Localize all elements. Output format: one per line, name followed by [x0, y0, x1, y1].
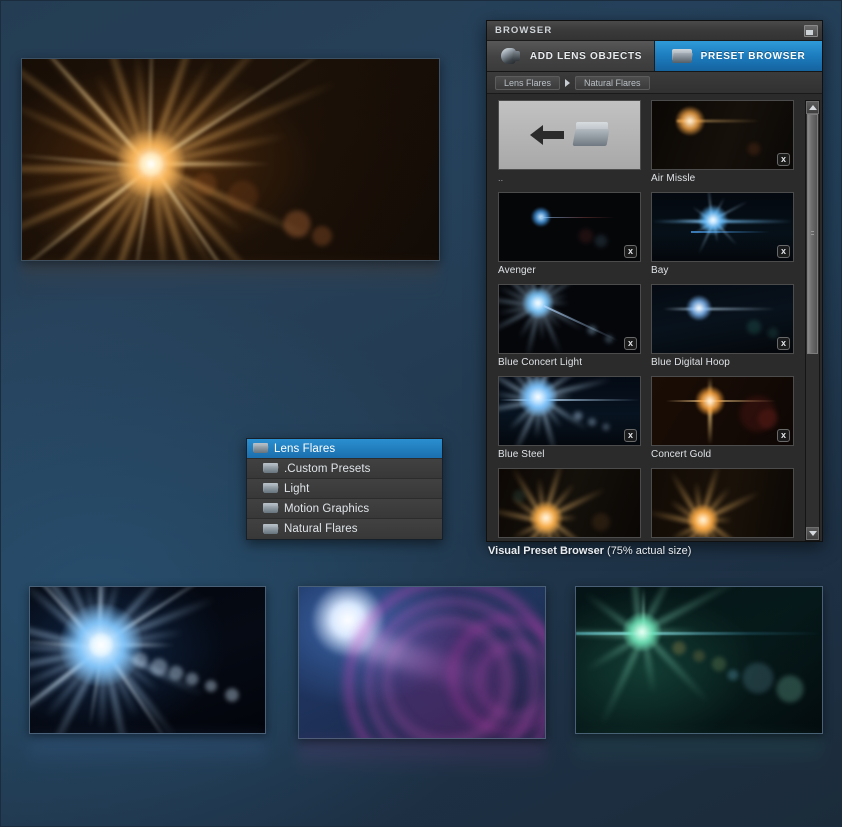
remove-preset-button[interactable]: x	[624, 429, 637, 442]
preset-grid: .. x Air Missle x Avenger x Bay x Blue Concert L…	[487, 100, 805, 541]
folder-icon	[671, 48, 692, 64]
remove-preset-button[interactable]: x	[777, 429, 790, 442]
preset-label: ..	[498, 173, 504, 183]
preset-cell[interactable]: ..	[493, 100, 646, 192]
browser-titlebar: BROWSER	[487, 21, 822, 41]
menu-item-label: Motion Graphics	[284, 502, 370, 515]
preset-label: Blue Concert Light	[498, 357, 583, 368]
scrollbar-track[interactable]	[806, 114, 819, 527]
breadcrumb: Lens Flares Natural Flares	[487, 72, 822, 94]
green-flare-shot	[575, 586, 823, 734]
caption-bold: Visual Preset Browser	[488, 545, 604, 557]
menu-item-light[interactable]: Light	[247, 479, 442, 499]
window-dock-icon[interactable]	[804, 24, 818, 37]
menu-item-label: Light	[284, 482, 310, 495]
preset-label: Concert Gold	[651, 449, 712, 460]
folder-icon	[263, 463, 279, 474]
caption-note: (75% actual size)	[603, 545, 692, 557]
preset-cell[interactable]: x Blue Concert Light	[493, 284, 646, 376]
hero-preview-wrapper	[21, 58, 440, 261]
menu-item-motion-graphics[interactable]: Motion Graphics	[247, 499, 442, 519]
preset-thumbnail[interactable]: x	[651, 192, 794, 262]
preset-thumbnail[interactable]	[498, 468, 641, 538]
menu-item-label: Lens Flares	[274, 442, 336, 455]
remove-preset-button[interactable]: x	[777, 337, 790, 350]
menu-item-label: Natural Flares	[284, 523, 358, 535]
folder-icon	[263, 523, 279, 535]
blue-starburst-shot	[29, 586, 266, 734]
remove-preset-button[interactable]: x	[624, 337, 637, 350]
preset-thumbnail[interactable]: x	[498, 376, 641, 446]
blue-shot-reflection	[29, 735, 266, 769]
arrow-left-icon	[529, 125, 564, 145]
preset-cell[interactable]: x Bay	[646, 192, 799, 284]
preset-scrollbar[interactable]	[805, 100, 820, 541]
folder-icon	[263, 483, 279, 494]
hero-reflection	[21, 262, 440, 298]
preset-cell[interactable]: x Avenger	[493, 192, 646, 284]
breadcrumb-root[interactable]: Lens Flares	[495, 75, 561, 90]
browser-panel: BROWSER ADD LENS OBJECTS PRESET BROWSER …	[486, 20, 823, 542]
arrow-down-icon[interactable]	[806, 527, 819, 540]
preset-thumbnail[interactable]: x	[651, 100, 794, 170]
remove-preset-button[interactable]: x	[624, 245, 637, 258]
folder-icon	[263, 503, 279, 514]
preset-label: Blue Digital Hoop	[651, 357, 730, 368]
magenta-ring-shot	[298, 586, 546, 739]
preset-label: Avenger	[498, 265, 536, 276]
preset-label: Bay	[651, 265, 669, 276]
hero-preview-image	[21, 58, 440, 261]
preset-cell[interactable]	[493, 468, 646, 541]
folder-icon	[574, 122, 610, 148]
arrow-up-icon[interactable]	[806, 101, 819, 114]
preset-thumbnail[interactable]: x	[651, 376, 794, 446]
tab-preset-browser[interactable]: PRESET BROWSER	[655, 41, 822, 71]
green-shot-reflection	[575, 735, 823, 769]
magenta-shot-reflection	[298, 740, 546, 774]
breadcrumb-current[interactable]: Natural Flares	[575, 75, 650, 90]
golden-flare-graphic	[22, 59, 439, 260]
tab-label: PRESET BROWSER	[700, 50, 806, 62]
lens-icon	[499, 48, 521, 64]
preset-thumbnail[interactable]: x	[498, 284, 641, 354]
preset-cell[interactable]: x Blue Steel	[493, 376, 646, 468]
preset-cell[interactable]: x Air Missle	[646, 100, 799, 192]
preset-thumbnail[interactable]	[651, 468, 794, 538]
menu-item-natural-flares[interactable]: Natural Flares	[247, 519, 442, 539]
preset-label: Air Missle	[651, 173, 696, 184]
remove-preset-button[interactable]: x	[777, 245, 790, 258]
preset-thumbnail[interactable]: x	[498, 192, 641, 262]
tab-add-lens-objects[interactable]: ADD LENS OBJECTS	[487, 41, 655, 71]
browser-caption: Visual Preset Browser (75% actual size)	[488, 545, 691, 557]
browser-title: BROWSER	[495, 25, 553, 36]
preset-cell[interactable]: x Blue Digital Hoop	[646, 284, 799, 376]
scrollbar-thumb[interactable]	[807, 114, 818, 354]
menu-item-label: .Custom Presets	[284, 462, 371, 475]
preset-grid-area: .. x Air Missle x Avenger x Bay x Blue Concert L…	[487, 94, 822, 541]
chevron-right-icon	[565, 78, 571, 87]
preset-cell[interactable]	[646, 468, 799, 541]
preset-cell[interactable]: x Concert Gold	[646, 376, 799, 468]
menu-item-lens-flares[interactable]: Lens Flares	[247, 439, 442, 459]
folder-icon	[253, 443, 269, 454]
browser-tabs: ADD LENS OBJECTS PRESET BROWSER	[487, 41, 822, 72]
preset-label: Blue Steel	[498, 449, 545, 460]
tab-label: ADD LENS OBJECTS	[529, 50, 643, 62]
preset-thumbnail[interactable]: x	[651, 284, 794, 354]
remove-preset-button[interactable]: x	[777, 153, 790, 166]
preset-folder-menu[interactable]: Lens Flares .Custom Presets Light Motion…	[246, 438, 443, 540]
parent-folder-thumb[interactable]	[498, 100, 641, 170]
menu-item-custom-presets[interactable]: .Custom Presets	[247, 459, 442, 479]
